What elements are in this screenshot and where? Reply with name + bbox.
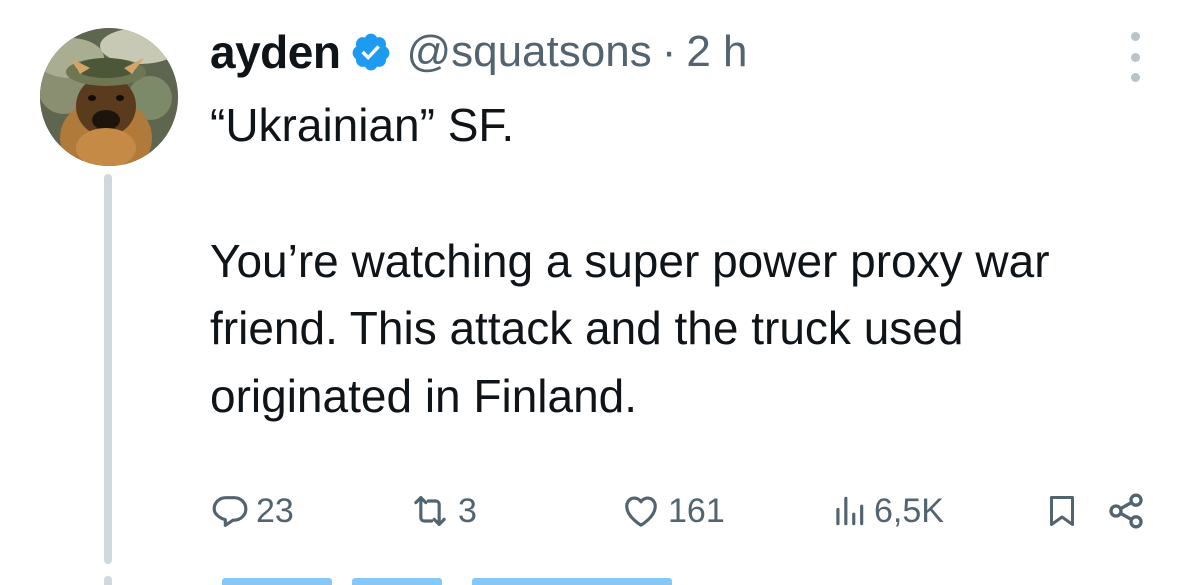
reply-count: 23: [256, 491, 294, 530]
reply-button[interactable]: 23: [210, 484, 294, 538]
retweet-button[interactable]: 3: [408, 484, 477, 538]
dot: [1130, 52, 1140, 62]
like-button[interactable]: 161: [620, 484, 725, 538]
thread-line-continuation: [104, 576, 112, 585]
dot: [1130, 32, 1140, 41]
next-tweet-preview: [222, 574, 682, 585]
handle[interactable]: @squatsons: [406, 27, 651, 77]
avatar[interactable]: [40, 28, 178, 166]
thread-line: [104, 174, 112, 564]
display-name[interactable]: ayden: [210, 25, 341, 79]
dog-avatar-image: [40, 28, 178, 166]
views-button[interactable]: 6,5K: [830, 484, 944, 538]
retweet-count: 3: [458, 491, 477, 530]
share-button[interactable]: [1106, 484, 1146, 538]
views-icon: [836, 496, 864, 526]
heart-icon: [625, 496, 657, 527]
verified-badge-icon: [350, 31, 392, 73]
tweet-paragraph: You’re watching a super power proxy war …: [210, 234, 1050, 422]
bookmark-icon: [1050, 496, 1074, 526]
share-icon: [1109, 493, 1143, 529]
tweet-text: “Ukrainian” SF. You’re watching a super …: [210, 92, 1170, 430]
tweet-paragraph: “Ukrainian” SF.: [210, 99, 515, 151]
separator-dot: ·: [661, 27, 677, 76]
action-bar: 23 3 161 6,5K: [210, 484, 1170, 538]
more-options-icon[interactable]: [1124, 32, 1146, 82]
dot: [1130, 73, 1140, 82]
retweet-icon: [414, 496, 446, 526]
tweet-header: ayden @squatsons · 2 h: [210, 24, 748, 80]
tweet[interactable]: ayden @squatsons · 2 h “Ukrainian” SF. Y…: [0, 0, 1200, 585]
like-count: 161: [668, 491, 725, 530]
bookmark-button[interactable]: [1044, 484, 1080, 538]
view-count: 6,5K: [874, 491, 944, 530]
timestamp[interactable]: 2 h: [686, 27, 747, 77]
reply-icon: [212, 496, 248, 527]
